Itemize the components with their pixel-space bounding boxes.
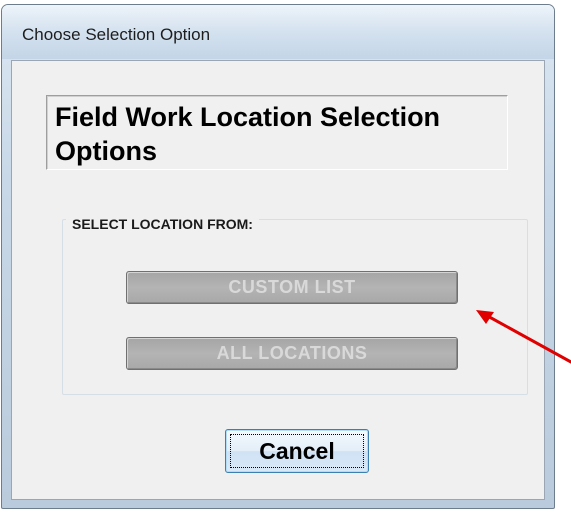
cancel-button-label: Cancel <box>259 438 335 464</box>
window-title: Choose Selection Option <box>22 25 211 44</box>
red-arrow-icon <box>476 310 571 364</box>
dialog-heading: Field Work Location Selection Options <box>55 102 441 166</box>
custom-list-button[interactable]: CUSTOM LIST <box>126 271 458 304</box>
groupbox-label: SELECT LOCATION FROM: <box>66 216 259 232</box>
dialog-window: Choose Selection Option Field Work Locat… <box>1 4 555 509</box>
dialog-client-area: Field Work Location Selection Options SE… <box>11 60 545 500</box>
cancel-button[interactable]: Cancel <box>225 429 369 473</box>
screenshot: Choose Selection Option Field Work Locat… <box>0 0 571 512</box>
heading-panel: Field Work Location Selection Options <box>46 95 508 170</box>
all-locations-button[interactable]: ALL LOCATIONS <box>126 337 458 370</box>
arrow-shaft <box>482 312 571 364</box>
title-bar[interactable]: Choose Selection Option <box>2 5 554 59</box>
